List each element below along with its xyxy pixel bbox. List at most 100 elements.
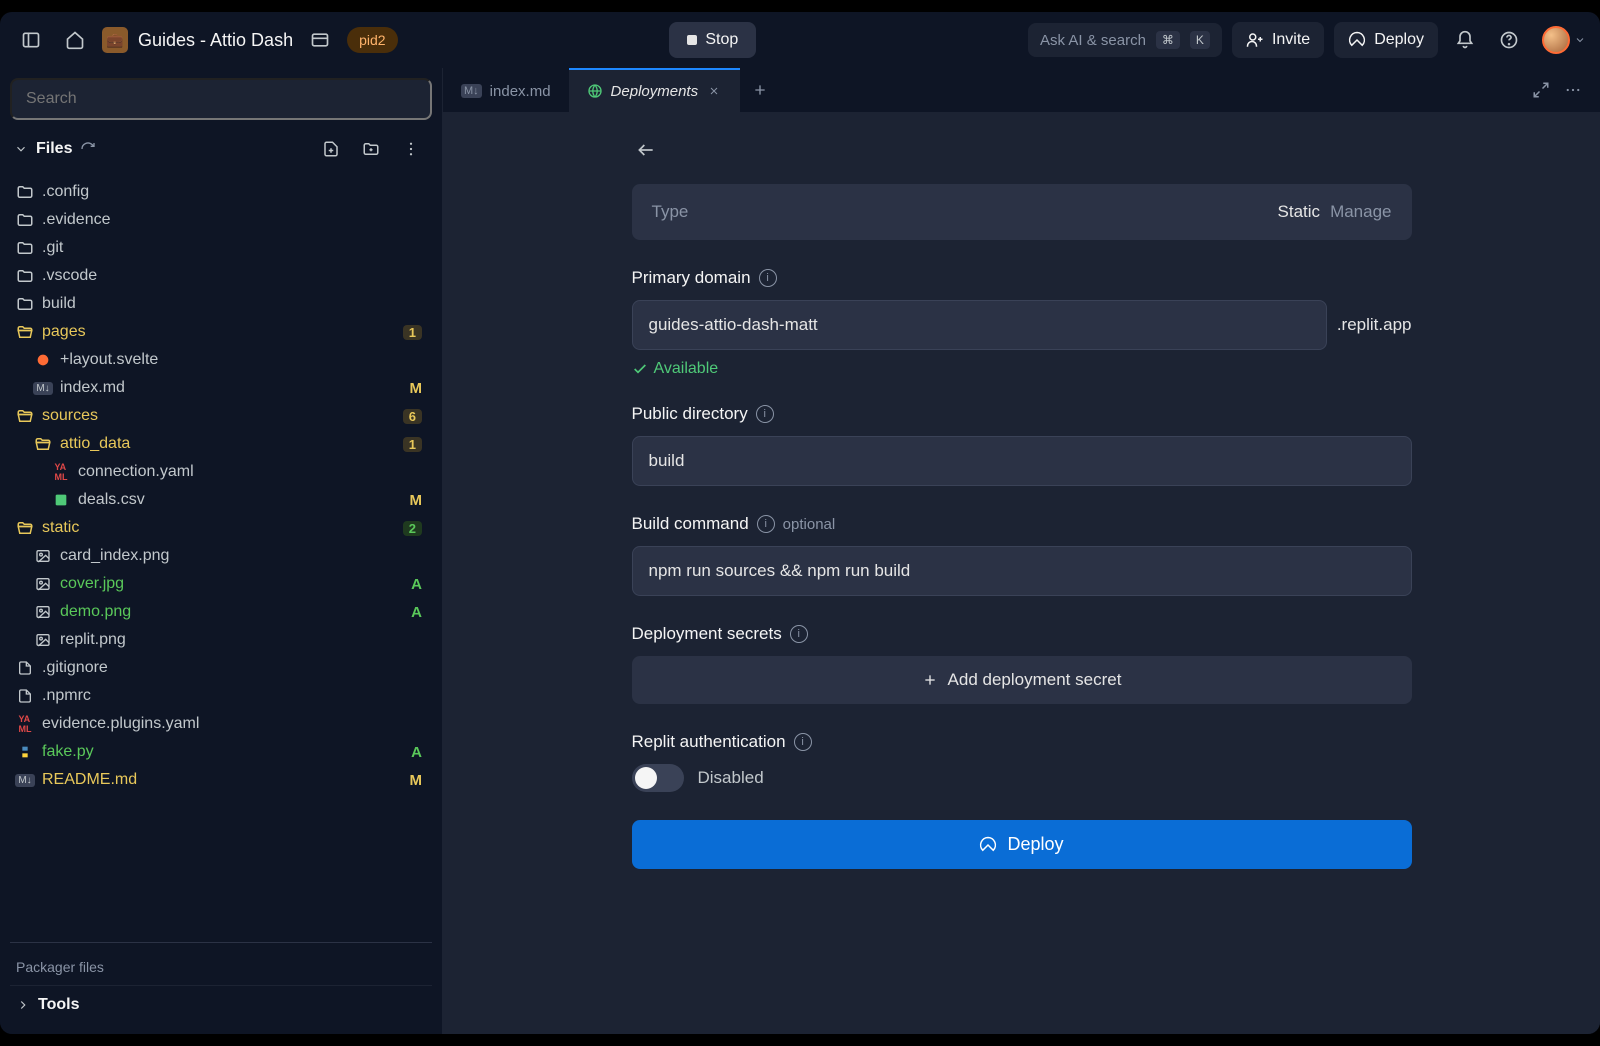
tree-label: .config (42, 183, 422, 201)
tree-item--npmrc[interactable]: .npmrc (10, 682, 428, 710)
stop-button[interactable]: Stop (669, 22, 756, 58)
sidebar: Files .config.evidence.git.vscodebuildpa… (0, 68, 442, 1034)
avatar-menu[interactable] (1542, 26, 1586, 54)
deploy-type-row: Type Static Manage (632, 184, 1412, 240)
tab-index-md[interactable]: M↓ index.md (443, 68, 569, 112)
info-icon[interactable]: i (794, 733, 812, 751)
svelte-icon (34, 351, 52, 369)
tree-item--layout-svelte[interactable]: +layout.svelte (10, 346, 428, 374)
tree-item-deals-csv[interactable]: deals.csvM (10, 486, 428, 514)
tree-item-index-md[interactable]: M↓index.mdM (10, 374, 428, 402)
type-label: Type (652, 202, 689, 222)
tree-label: .evidence (42, 211, 422, 229)
project-menu-icon[interactable] (303, 23, 337, 57)
tree-item-demo-png[interactable]: demo.png A (10, 598, 428, 626)
tab-deployments[interactable]: Deployments (569, 68, 741, 112)
kebab-icon[interactable] (1564, 81, 1582, 99)
tree-item-static[interactable]: static 2 (10, 514, 428, 542)
info-icon[interactable]: i (756, 405, 774, 423)
build-cmd-label: Build command i optional (632, 514, 1412, 534)
info-icon[interactable]: i (757, 515, 775, 533)
tree-item-attio-data[interactable]: attio_data1 (10, 430, 428, 458)
auth-state: Disabled (698, 768, 764, 788)
kbd-k: K (1190, 31, 1210, 49)
back-button[interactable] (632, 136, 660, 164)
divider (10, 942, 432, 943)
chevron-right-icon (16, 998, 30, 1012)
build-cmd-input[interactable] (632, 546, 1412, 596)
tree-item-replit-png[interactable]: replit.png (10, 626, 428, 654)
tree-item-cover-jpg[interactable]: cover.jpgA (10, 570, 428, 598)
tree-label: demo.png (60, 603, 403, 621)
tree-item-build[interactable]: build (10, 290, 428, 318)
tree-label: card_index.png (60, 547, 422, 565)
tree-label: deals.csv (78, 491, 402, 509)
new-file-icon[interactable] (314, 132, 348, 166)
chevron-down-icon (1574, 34, 1586, 46)
add-tab-button[interactable] (740, 68, 780, 112)
file-icon (16, 687, 34, 705)
expand-icon[interactable] (1532, 81, 1550, 99)
tree-label: attio_data (60, 435, 395, 453)
manage-link[interactable]: Manage (1330, 202, 1391, 222)
help-icon[interactable] (1492, 23, 1526, 57)
tree-label: pages (42, 323, 395, 341)
plus-icon (922, 672, 938, 688)
tree-item--evidence[interactable]: .evidence (10, 206, 428, 234)
git-status-badge: M (410, 772, 423, 789)
sidebar-search-input[interactable] (10, 78, 432, 120)
tree-item-sources[interactable]: sources 6 (10, 402, 428, 430)
tree-item-evidence-plugins-yaml[interactable]: YAMLevidence.plugins.yaml (10, 710, 428, 738)
image-icon (34, 547, 52, 565)
tree-label: replit.png (60, 631, 422, 649)
domain-input[interactable] (632, 300, 1327, 350)
close-tab-icon[interactable] (706, 83, 722, 99)
git-status-badge: A (411, 744, 422, 761)
invite-button[interactable]: Invite (1232, 22, 1324, 58)
image-icon (34, 631, 52, 649)
tree-item-readme-md[interactable]: M↓README.mdM (10, 766, 428, 794)
md-icon: M↓ (461, 84, 482, 98)
tree-label: connection.yaml (78, 463, 422, 481)
tree-label: .vscode (42, 267, 422, 285)
git-status-badge: A (411, 604, 422, 621)
more-icon[interactable] (394, 132, 428, 166)
tools-section[interactable]: Tools (10, 985, 432, 1024)
tree-item--config[interactable]: .config (10, 178, 428, 206)
primary-domain-label: Primary domain i (632, 268, 1412, 288)
count-badge: 2 (403, 521, 422, 536)
project-title[interactable]: Guides - Attio Dash (138, 30, 293, 51)
info-icon[interactable]: i (790, 625, 808, 643)
public-dir-input[interactable] (632, 436, 1412, 486)
count-badge: 6 (403, 409, 422, 424)
tree-label: .git (42, 239, 422, 257)
tree-label: fake.py (42, 743, 403, 761)
ai-search-button[interactable]: Ask AI & search ⌘ K (1028, 23, 1222, 57)
chevron-down-icon (14, 142, 28, 156)
files-header[interactable]: Files (10, 126, 432, 172)
tree-item-fake-py[interactable]: fake.py A (10, 738, 428, 766)
deploy-top-button[interactable]: Deploy (1334, 22, 1438, 58)
new-folder-icon[interactable] (354, 132, 388, 166)
auth-toggle[interactable] (632, 764, 684, 792)
tree-item--vscode[interactable]: .vscode (10, 262, 428, 290)
notifications-icon[interactable] (1448, 23, 1482, 57)
panel-toggle-icon[interactable] (14, 23, 48, 57)
sync-icon[interactable] (80, 141, 96, 157)
tree-item--git[interactable]: .git (10, 234, 428, 262)
folder-icon (16, 295, 34, 313)
tree-item-card-index-png[interactable]: card_index.png (10, 542, 428, 570)
file-tree: .config .evidence .git .vscode buildpages1+l… (10, 178, 432, 930)
add-secret-button[interactable]: Add deployment secret (632, 656, 1412, 704)
tree-label: static (42, 519, 395, 537)
domain-suffix: .replit.app (1337, 315, 1412, 335)
folder-open-icon (16, 519, 34, 537)
avatar (1542, 26, 1570, 54)
tree-item-pages[interactable]: pages1 (10, 318, 428, 346)
home-icon[interactable] (58, 23, 92, 57)
info-icon[interactable]: i (759, 269, 777, 287)
tree-item--gitignore[interactable]: .gitignore (10, 654, 428, 682)
deploy-button[interactable]: Deploy (632, 820, 1412, 869)
tree-label: sources (42, 407, 395, 425)
tree-item-connection-yaml[interactable]: YAMLconnection.yaml (10, 458, 428, 486)
